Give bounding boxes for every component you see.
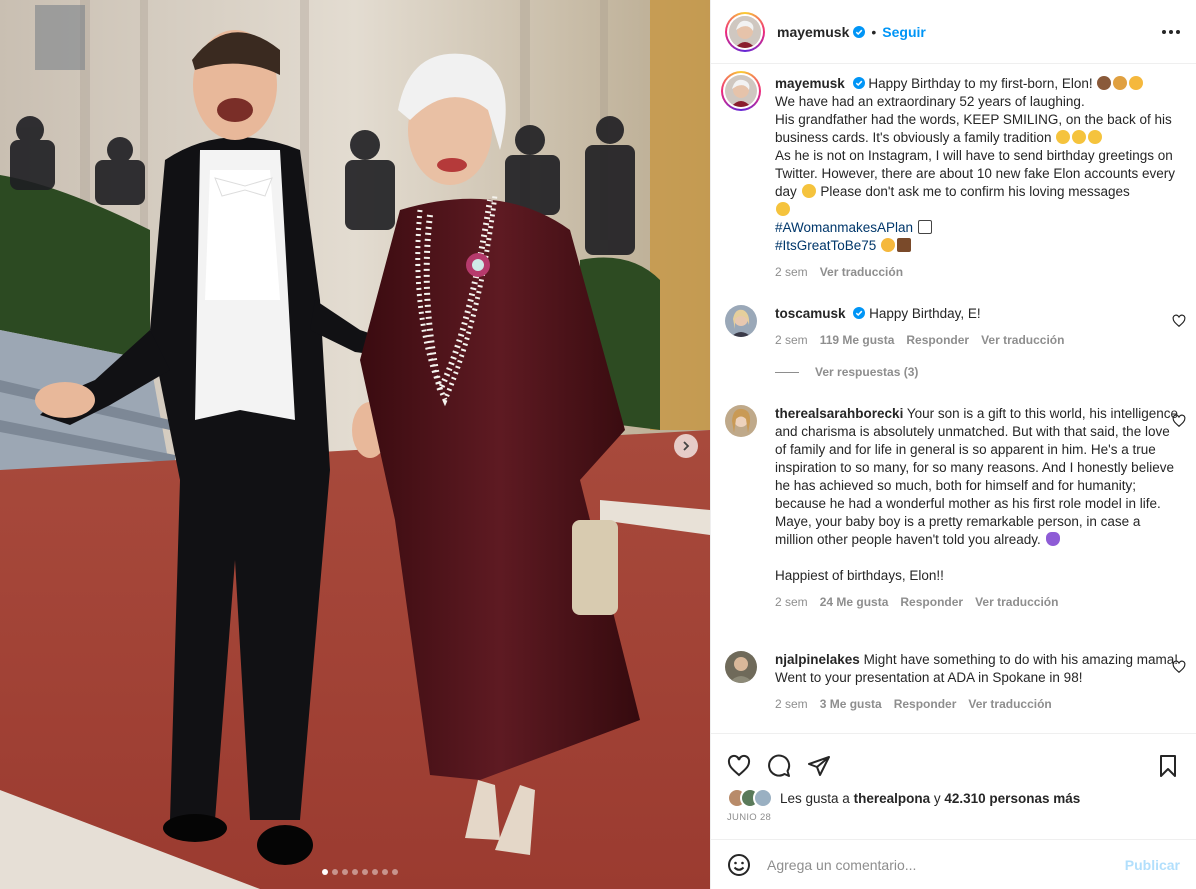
hashtag-link[interactable]: #AWomanmakesAPlan [775,220,913,235]
comment-body: Your son is a gift to this world, his in… [775,406,1178,511]
carousel-dot [382,869,388,875]
comment-body: Happy Birthday, E! [869,306,981,321]
verified-badge-icon [853,25,866,38]
reply-button[interactable]: Responder [900,593,963,611]
comment-icon[interactable] [767,754,791,778]
hashtag-link[interactable]: #ItsGreatToBe75 [775,238,876,253]
verified-badge-icon [853,307,866,319]
likes-prefix: Les gusta a [780,790,850,806]
comment-item: therealsarahborecki Your son is a gift t… [725,405,1186,611]
caption-avatar[interactable] [721,71,761,111]
translate-link[interactable]: Ver traducción [968,695,1051,713]
post-sidebar: mayemusk • Seguir mayemusk Happy Birthda… [710,0,1196,889]
carousel-dot [322,869,328,875]
carousel-next-button[interactable] [674,434,698,458]
smile-emoji-icon [1129,76,1144,90]
caption-text: mayemusk Happy Birthday to my first-born… [775,75,1179,255]
comment-avatar[interactable] [725,305,757,337]
woman-emoji-icon [897,238,912,252]
emoji-icon[interactable] [727,853,751,877]
photo-illustration [0,0,710,889]
share-icon[interactable] [807,754,831,778]
comment-body: Happiest of birthdays, Elon!! [775,568,944,583]
grin-emoji-icon [1072,130,1087,144]
muscle-emoji-icon [881,238,896,252]
comment-time[interactable]: 2 sem [775,593,808,611]
post-date[interactable]: JUNIO 28 [711,808,1196,823]
carousel-dot [342,869,348,875]
book-emoji-icon [917,220,932,234]
translate-link[interactable]: Ver traducción [975,593,1058,611]
view-replies-label: Ver respuestas (3) [815,365,919,379]
carousel-dot [392,869,398,875]
comment-text: toscamusk Happy Birthday, E! [775,305,1179,323]
purple-heart-emoji-icon [1045,532,1060,546]
comment-avatar[interactable] [725,405,757,437]
add-comment-bar: Publicar [711,839,1196,889]
comment-input[interactable] [767,856,1125,873]
caption-line: His grandfather had the words, KEEP SMIL… [775,112,1172,145]
carousel-dot [332,869,338,875]
thinking-emoji-icon [801,184,816,198]
verified-badge-icon [852,77,865,89]
bookmark-icon[interactable] [1156,754,1180,778]
caption-username[interactable]: mayemusk [775,76,845,91]
carousel-indicator [322,869,398,875]
comment-text: njalpinelakes Might have something to do… [775,651,1179,687]
grin-emoji-icon [1088,130,1103,144]
caption-line: Happy Birthday to my first-born, Elon! [868,76,1093,91]
caption-time[interactable]: 2 sem [775,263,808,281]
comment-username[interactable]: njalpinelakes [775,652,860,667]
caption-line: We have had an extraordinary 52 years of… [775,94,1085,109]
replies-divider [775,371,799,373]
comment-time[interactable]: 2 sem [775,331,808,349]
heart-icon[interactable] [1172,414,1186,428]
comment-body: Maye, your baby boy is a pretty remarkab… [775,514,1141,547]
follow-button[interactable]: Seguir [882,24,926,40]
grin-emoji-icon [1056,130,1071,144]
post-photo [0,0,710,889]
comment-item: njalpinelakes Might have something to do… [725,651,1186,713]
party-emoji-icon [1113,76,1128,90]
post-actions: Les gusta a therealpona y 42.310 persona… [711,733,1196,839]
translate-link[interactable]: Ver traducción [981,331,1064,349]
heart-icon[interactable] [1172,660,1186,674]
comment-text: therealsarahborecki Your son is a gift t… [775,405,1179,585]
header-separator: • [871,23,877,40]
comment-username[interactable]: therealsarahborecki [775,406,903,421]
comments-list: mayemusk Happy Birthday to my first-born… [711,65,1196,733]
comment-time[interactable]: 2 sem [775,695,808,713]
author-avatar[interactable] [725,11,765,52]
comment-likes[interactable]: 3 Me gusta [820,695,882,713]
comment-item: toscamusk Happy Birthday, E! 2 sem 119 M… [725,305,1186,349]
publish-button[interactable]: Publicar [1125,857,1180,873]
likes-connector: y [933,790,941,806]
more-options-icon[interactable] [1160,24,1182,40]
comment-likes[interactable]: 24 Me gusta [820,593,889,611]
author-username[interactable]: mayemusk [777,24,849,40]
carousel-dot [372,869,378,875]
likes-count[interactable]: 42.310 personas más [944,791,1080,806]
view-replies-button[interactable]: Ver respuestas (3) [775,365,918,379]
liker-avatars [727,788,773,808]
heart-icon[interactable] [1172,314,1186,328]
caption-line: Please don't ask me to confirm his lovin… [820,184,1130,199]
comment-username[interactable]: toscamusk [775,306,846,321]
wink-emoji-icon [776,202,790,216]
heart-icon[interactable] [727,754,751,778]
carousel-dot [362,869,368,875]
likes-summary: Les gusta a therealpona y 42.310 persona… [711,788,1196,808]
reply-button[interactable]: Responder [894,695,957,713]
liker-username[interactable]: therealpona [854,791,931,806]
comment-avatar[interactable] [725,651,757,683]
carousel-dot [352,869,358,875]
post-header: mayemusk • Seguir [711,0,1196,64]
chevron-right-icon [683,441,690,451]
caption: mayemusk Happy Birthday to my first-born… [721,71,1186,281]
comment-likes[interactable]: 119 Me gusta [820,331,895,349]
reply-button[interactable]: Responder [906,331,969,349]
translate-link[interactable]: Ver traducción [820,263,903,281]
cake-emoji-icon [1097,76,1112,90]
